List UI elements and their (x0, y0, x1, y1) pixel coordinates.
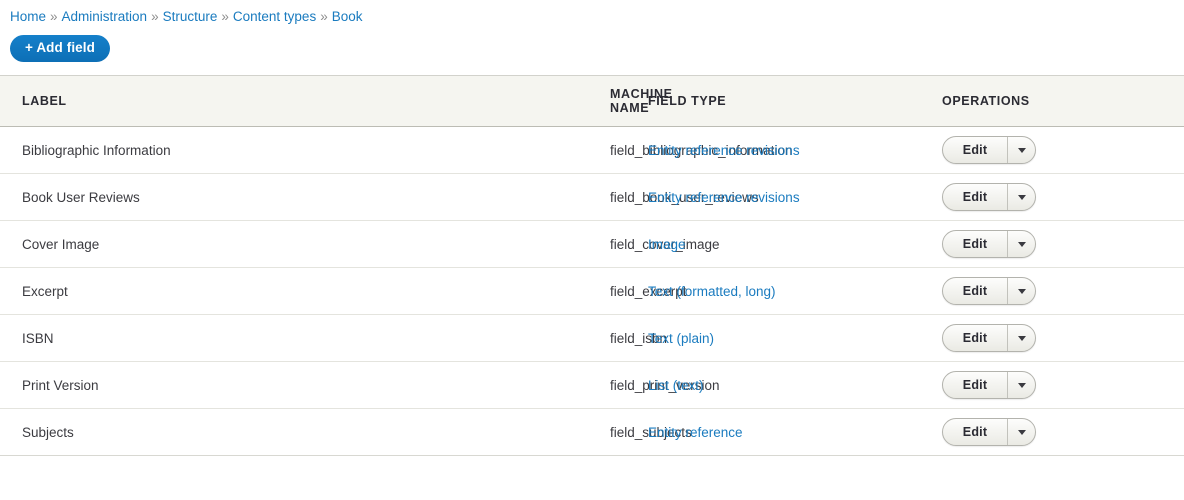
cell-field-type: Text (formatted, long) (648, 267, 942, 315)
breadcrumb-separator: » (320, 9, 328, 24)
breadcrumb: Home» Administration» Structure» Content ty… (0, 0, 1184, 26)
cell-field-label: Bibliographic Information (0, 126, 296, 174)
operations-dropbutton: Edit (942, 183, 1036, 211)
operations-dropbutton: Edit (942, 230, 1036, 258)
cell-operations: Edit (942, 126, 1184, 174)
cell-field-label: Excerpt (0, 267, 296, 315)
operations-dropdown-toggle[interactable] (1007, 184, 1035, 210)
cell-field-label: ISBN (0, 314, 296, 362)
cell-operations: Edit (942, 314, 1184, 362)
breadcrumb-separator: » (50, 9, 58, 24)
cell-operations: Edit (942, 361, 1184, 409)
edit-button[interactable]: Edit (943, 137, 1007, 163)
field-type-link[interactable]: Entity reference revisions (648, 143, 800, 158)
fields-table-head: LABEL MACHINE NAME FIELD TYPE OPERATIONS (0, 75, 1184, 127)
field-type-link[interactable]: Text (formatted, long) (648, 284, 776, 299)
action-bar: + Add field (0, 26, 1184, 62)
cell-operations: Edit (942, 173, 1184, 221)
cell-operations: Edit (942, 220, 1184, 268)
cell-field-label: Book User Reviews (0, 173, 296, 221)
operations-dropdown-toggle[interactable] (1007, 278, 1035, 304)
breadcrumb-item-structure[interactable]: Structure (163, 9, 218, 24)
cell-machine-name: field_cover_image (296, 220, 720, 268)
table-row: Subjectsfield_subjectsEntity reference Ed… (0, 408, 1184, 456)
table-row: Bibliographic Informationfield_bibliogra… (0, 126, 1184, 174)
operations-dropbutton: Edit (942, 324, 1036, 352)
cell-operations: Edit (942, 408, 1184, 456)
operations-dropbutton: Edit (942, 418, 1036, 446)
operations-dropbutton: Edit (942, 277, 1036, 305)
cell-machine-name: field_subjects (296, 408, 692, 456)
field-type-link[interactable]: Entity reference (648, 425, 743, 440)
breadcrumb-separator: » (151, 9, 159, 24)
cell-field-type: Entity reference (648, 408, 942, 456)
column-header-machine-name: MACHINE NAME (610, 87, 673, 115)
fields-table: LABEL MACHINE NAME FIELD TYPE OPERATIONS… (0, 75, 1184, 456)
breadcrumb-separator: » (221, 9, 229, 24)
table-row: Print Versionfield_print_versionList (te… (0, 361, 1184, 409)
cell-field-type: Entity reference revisions (648, 173, 942, 221)
operations-dropdown-toggle[interactable] (1007, 325, 1035, 351)
cell-machine-name: field_book_user_reviews (296, 173, 759, 221)
field-management-page: Home» Administration» Structure» Content ty… (0, 0, 1184, 500)
chevron-down-icon (1017, 241, 1026, 247)
add-field-button[interactable]: + Add field (10, 35, 110, 62)
edit-button[interactable]: Edit (943, 419, 1007, 445)
table-header-row: LABEL MACHINE NAME FIELD TYPE OPERATIONS (0, 75, 1184, 127)
table-row: ISBN field_isbn Text (plain) Edit (0, 314, 1184, 362)
table-row: Book User Reviewsfield_book_user_reviews… (0, 173, 1184, 221)
table-row: Cover Imagefield_cover_imageImage Edit (0, 220, 1184, 268)
cell-field-type: List (text) (648, 361, 942, 409)
operations-dropdown-toggle[interactable] (1007, 372, 1035, 398)
operations-dropdown-toggle[interactable] (1007, 137, 1035, 163)
chevron-down-icon (1017, 335, 1026, 341)
field-type-link[interactable]: List (text) (648, 378, 704, 393)
cell-field-type: Text (plain) (648, 314, 942, 362)
table-row: Excerptfield_excerptText (formatted, lon… (0, 267, 1184, 315)
cell-machine-name: field_isbn (296, 314, 667, 362)
cell-field-label: Subjects (0, 408, 296, 456)
cell-machine-name: field_print_version (296, 361, 720, 409)
edit-button[interactable]: Edit (943, 325, 1007, 351)
edit-button[interactable]: Edit (943, 184, 1007, 210)
chevron-down-icon (1017, 194, 1026, 200)
cell-operations: Edit (942, 267, 1184, 315)
cell-machine-name: field_bibliographic_information (296, 126, 792, 174)
chevron-down-icon (1017, 382, 1026, 388)
operations-dropbutton: Edit (942, 371, 1036, 399)
breadcrumb-item-book[interactable]: Book (332, 9, 363, 24)
field-type-link[interactable]: Text (plain) (648, 331, 714, 346)
chevron-down-icon (1017, 147, 1026, 153)
cell-machine-name: field_excerpt (296, 267, 687, 315)
column-header-label: LABEL (22, 94, 67, 108)
breadcrumb-item-administration[interactable]: Administration (62, 9, 148, 24)
field-type-link[interactable]: Image (648, 237, 686, 252)
edit-button[interactable]: Edit (943, 278, 1007, 304)
chevron-down-icon (1017, 429, 1026, 435)
field-type-link[interactable]: Entity reference revisions (648, 190, 800, 205)
edit-button[interactable]: Edit (943, 231, 1007, 257)
cell-field-label: Print Version (0, 361, 296, 409)
cell-field-label: Cover Image (0, 220, 296, 268)
operations-dropdown-toggle[interactable] (1007, 231, 1035, 257)
edit-button[interactable]: Edit (943, 372, 1007, 398)
column-header-field-type: FIELD TYPE (648, 94, 727, 108)
breadcrumb-item-content-types[interactable]: Content types (233, 9, 316, 24)
chevron-down-icon (1017, 288, 1026, 294)
operations-dropdown-toggle[interactable] (1007, 419, 1035, 445)
breadcrumb-item-home[interactable]: Home (10, 9, 46, 24)
fields-table-body: Bibliographic Informationfield_bibliogra… (0, 126, 1184, 456)
column-header-operations: OPERATIONS (942, 94, 1030, 108)
cell-field-type: Entity reference revisions (648, 126, 942, 174)
operations-dropbutton: Edit (942, 136, 1036, 164)
